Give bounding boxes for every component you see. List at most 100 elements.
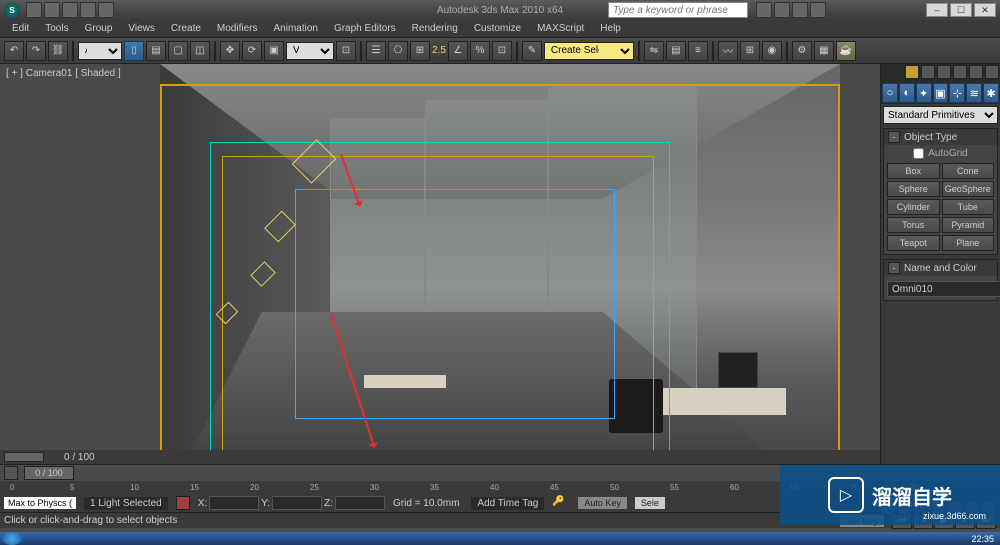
layers-icon[interactable]: ≡ — [688, 41, 708, 61]
select-object-icon[interactable]: ▯ — [124, 41, 144, 61]
start-button[interactable] — [2, 532, 22, 545]
btn-geosphere[interactable]: GeoSphere — [942, 181, 995, 197]
maximize-button[interactable]: ☐ — [950, 3, 972, 17]
redo-icon[interactable] — [98, 2, 114, 18]
mirror-icon[interactable]: ⇋ — [644, 41, 664, 61]
menu-group[interactable]: Group — [77, 23, 121, 34]
pivot-icon[interactable]: ⊡ — [336, 41, 356, 61]
comm-center-icon[interactable] — [774, 2, 790, 18]
refcoord-dropdown[interactable]: View — [286, 42, 334, 60]
save-icon[interactable] — [62, 2, 78, 18]
edit-selset-icon[interactable]: ✎ — [522, 41, 542, 61]
keyboard-shortcut-icon[interactable]: ⎔ — [388, 41, 408, 61]
trackbar-toggle-icon[interactable] — [4, 466, 18, 480]
percent-snap-icon[interactable]: % — [470, 41, 490, 61]
hscroll-thumb[interactable] — [4, 452, 44, 462]
search-icon[interactable] — [756, 2, 772, 18]
sele-dropdown[interactable]: Sele — [635, 497, 665, 509]
rollout-header-objtype[interactable]: Object Type — [884, 129, 997, 145]
open-icon[interactable] — [44, 2, 60, 18]
btn-cylinder[interactable]: Cylinder — [887, 199, 940, 215]
btn-cone[interactable]: Cone — [942, 163, 995, 179]
undo-icon[interactable] — [80, 2, 96, 18]
render-setup-icon[interactable]: ⚙ — [792, 41, 812, 61]
render-mini-icon[interactable] — [953, 65, 967, 79]
key-icon[interactable]: 🔑 — [552, 496, 570, 510]
new-icon[interactable] — [26, 2, 42, 18]
add-time-tag[interactable]: Add Time Tag — [471, 497, 544, 510]
menu-create[interactable]: Create — [163, 23, 209, 34]
move-icon[interactable]: ✥ — [220, 41, 240, 61]
btn-teapot[interactable]: Teapot — [887, 235, 940, 251]
link-icon[interactable]: ⛓ — [48, 41, 68, 61]
menu-animation[interactable]: Animation — [265, 23, 325, 34]
menu-rendering[interactable]: Rendering — [404, 23, 466, 34]
tab-lights[interactable]: ✦ — [916, 83, 932, 103]
rotate-icon[interactable]: ⟳ — [242, 41, 262, 61]
sun-icon[interactable] — [905, 65, 919, 79]
maxscript-listener[interactable]: Max to Physcs ( — [4, 497, 76, 509]
btn-plane[interactable]: Plane — [942, 235, 995, 251]
manipulate-icon[interactable]: ☰ — [366, 41, 386, 61]
minimize-button[interactable]: – — [926, 3, 948, 17]
close-button[interactable]: ✕ — [974, 3, 996, 17]
scale-icon[interactable]: ▣ — [264, 41, 284, 61]
tab-shapes[interactable]: ◐ — [899, 83, 915, 103]
btn-sphere[interactable]: Sphere — [887, 181, 940, 197]
render-frame-icon[interactable]: ▦ — [814, 41, 834, 61]
coord-y-input[interactable] — [272, 496, 322, 510]
time-slider-handle[interactable]: 0 / 100 — [24, 466, 74, 480]
util-icon[interactable] — [985, 65, 999, 79]
btn-box[interactable]: Box — [887, 163, 940, 179]
menu-help[interactable]: Help — [592, 23, 629, 34]
redo-icon[interactable]: ↷ — [26, 41, 46, 61]
person-icon[interactable] — [921, 65, 935, 79]
search-input[interactable] — [608, 2, 748, 18]
menu-edit[interactable]: Edit — [4, 23, 37, 34]
autogrid-checkbox[interactable] — [913, 148, 924, 159]
select-region-icon[interactable]: ▢ — [168, 41, 188, 61]
spinner-snap-icon[interactable]: ⊡ — [492, 41, 512, 61]
coord-z-input[interactable] — [335, 496, 385, 510]
command-panel: ○ ◐ ✦ ▣ ⊹ ≋ ✱ Standard Primitives Object… — [880, 64, 1000, 464]
tab-helpers[interactable]: ⊹ — [949, 83, 965, 103]
menu-modifiers[interactable]: Modifiers — [209, 23, 266, 34]
viewport-hscroll[interactable]: 0 / 100 — [0, 450, 880, 464]
align-icon[interactable]: ▤ — [666, 41, 686, 61]
window-crossing-icon[interactable]: ◫ — [190, 41, 210, 61]
material-editor-icon[interactable]: ◉ — [762, 41, 782, 61]
help-icon[interactable] — [810, 2, 826, 18]
wrench-icon[interactable] — [937, 65, 951, 79]
favorites-icon[interactable] — [792, 2, 808, 18]
named-selection-dropdown[interactable]: Create Selection Se — [544, 42, 634, 60]
viewport-label[interactable]: [ + ] Camera01 [ Shaded ] — [6, 68, 121, 79]
tab-geometry[interactable]: ○ — [882, 83, 898, 103]
selection-filter[interactable]: All — [78, 42, 122, 60]
subcategory-select[interactable]: Standard Primitives — [883, 106, 998, 124]
tab-systems[interactable]: ✱ — [983, 83, 999, 103]
menu-maxscript[interactable]: MAXScript — [529, 23, 592, 34]
btn-torus[interactable]: Torus — [887, 217, 940, 233]
snap-icon[interactable]: ⊞ — [410, 41, 430, 61]
coord-x-input[interactable] — [209, 496, 259, 510]
btn-tube[interactable]: Tube — [942, 199, 995, 215]
select-name-icon[interactable]: ▤ — [146, 41, 166, 61]
curve-editor-icon[interactable]: 〰 — [718, 41, 738, 61]
viewport-camera01[interactable] — [0, 64, 880, 450]
menu-customize[interactable]: Customize — [466, 23, 529, 34]
tab-spacewarps[interactable]: ≋ — [966, 83, 982, 103]
object-name-input[interactable] — [887, 281, 1000, 297]
undo-icon[interactable]: ↶ — [4, 41, 24, 61]
menu-grapheditors[interactable]: Graph Editors — [326, 23, 404, 34]
schematic-icon[interactable]: ⊞ — [740, 41, 760, 61]
angle-snap-icon[interactable]: ∠ — [448, 41, 468, 61]
btn-pyramid[interactable]: Pyramid — [942, 217, 995, 233]
display-icon[interactable] — [969, 65, 983, 79]
rollout-header-namecolor[interactable]: Name and Color — [884, 260, 997, 276]
autokey-button[interactable]: Auto Key — [578, 497, 627, 509]
lock-selection-icon[interactable] — [176, 496, 190, 510]
menu-tools[interactable]: Tools — [37, 23, 76, 34]
tab-cameras[interactable]: ▣ — [933, 83, 949, 103]
render-icon[interactable]: ☕ — [836, 41, 856, 61]
menu-views[interactable]: Views — [120, 23, 163, 34]
